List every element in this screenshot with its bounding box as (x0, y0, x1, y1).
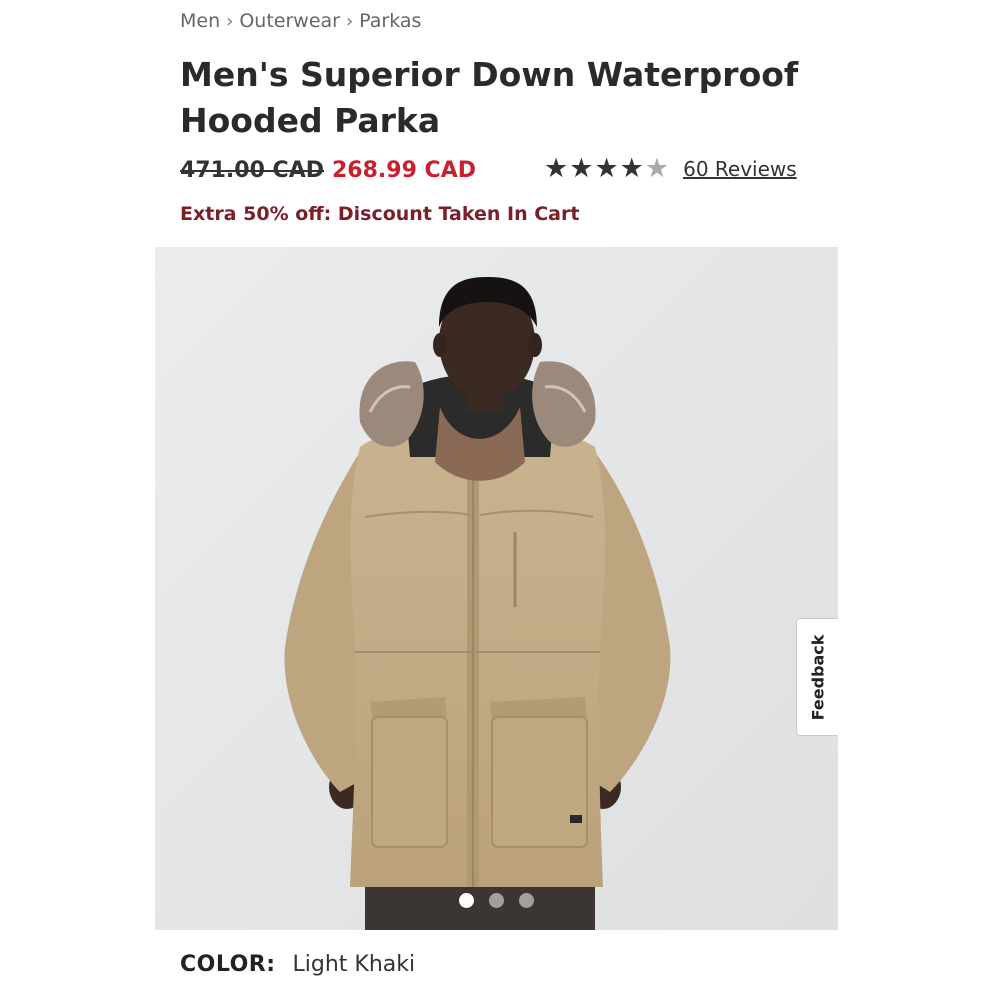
product-page: Men › Outerwear › Parkas Men's Superior … (0, 0, 1000, 1000)
product-image-carousel[interactable] (155, 247, 838, 930)
product-title: Men's Superior Down Waterproof Hooded Pa… (180, 55, 799, 140)
carousel-dot-2[interactable] (489, 893, 504, 908)
reviews-link[interactable]: 60 Reviews (683, 157, 797, 181)
price-row: 471.00 CAD 268.99 CAD ★ ★ ★ ★ ★ 60 Revie… (180, 152, 820, 192)
color-selector: COLOR: Light Khaki (180, 952, 415, 977)
rating-stars: ★ ★ ★ ★ ★ (544, 154, 669, 184)
breadcrumb-men[interactable]: Men (180, 10, 220, 32)
sale-price: 268.99 CAD (332, 158, 476, 183)
carousel-indicators (155, 893, 838, 908)
star-empty-icon: ★ (644, 153, 670, 184)
chevron-right-icon: › (345, 10, 354, 32)
carousel-dot-3[interactable] (519, 893, 534, 908)
color-value: Light Khaki (292, 952, 416, 977)
rating[interactable]: ★ ★ ★ ★ ★ 60 Reviews (544, 154, 797, 184)
star-filled-icon: ★ (619, 153, 644, 184)
star-filled-icon: ★ (544, 153, 569, 184)
breadcrumb: Men › Outerwear › Parkas (180, 10, 421, 32)
feedback-label: Feedback (808, 634, 827, 720)
promo-message: Extra 50% off: Discount Taken In Cart (180, 203, 580, 225)
star-filled-icon: ★ (569, 153, 594, 184)
chevron-right-icon: › (226, 10, 234, 32)
product-photo (155, 247, 838, 930)
original-price: 471.00 CAD (180, 158, 324, 183)
star-filled-icon: ★ (594, 153, 619, 184)
breadcrumb-outerwear[interactable]: Outerwear (239, 10, 340, 32)
color-label: COLOR: (180, 952, 276, 977)
breadcrumb-parkas[interactable]: Parkas (359, 10, 421, 32)
carousel-dot-1[interactable] (459, 893, 474, 908)
feedback-tab[interactable]: Feedback (796, 618, 838, 736)
